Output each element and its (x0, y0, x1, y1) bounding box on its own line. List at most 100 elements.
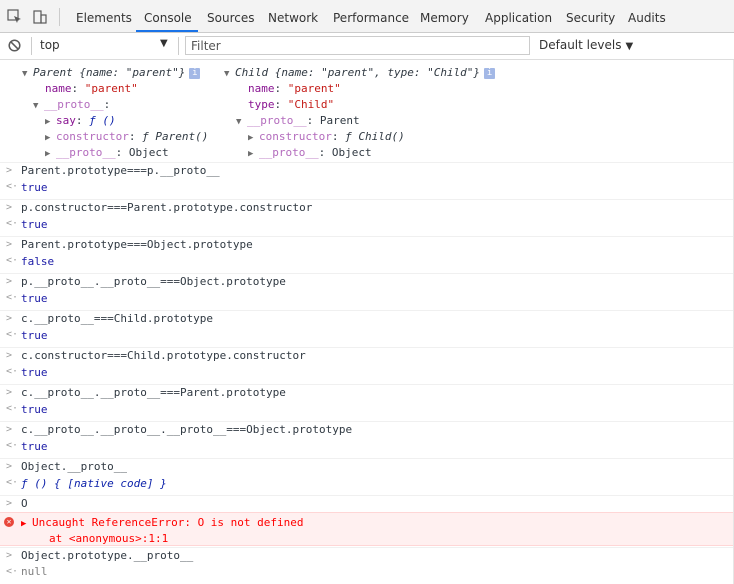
tab-security[interactable]: Security (566, 0, 615, 32)
console-input: c.__proto__.__proto__.__proto__===Object… (21, 423, 353, 436)
parent-name-property: name: "parent" (45, 82, 138, 95)
tab-sources[interactable]: Sources (207, 0, 254, 32)
console-input-row: > Object.__proto__ (0, 458, 734, 475)
console-result-row: <· false (0, 253, 734, 271)
property-key: __proto__ (259, 146, 319, 159)
collapsed-triangle-icon[interactable]: ▶ (45, 114, 56, 130)
result-arrow-icon: <· (6, 255, 19, 266)
parent-say-property[interactable]: ▶ say: ƒ () (45, 113, 116, 130)
property-key: type (248, 98, 275, 111)
tab-audits[interactable]: Audits (628, 0, 666, 32)
parent-object-summary[interactable]: ▼ Parent {name: "parent"} i (22, 65, 201, 82)
child-proto2-property[interactable]: ▶ __proto__: Object (248, 145, 372, 162)
context-selector[interactable]: top (40, 38, 60, 52)
parent-proto-property[interactable]: ▼ __proto__: (33, 97, 110, 114)
device-toolbar-icon[interactable] (32, 9, 48, 25)
collapsed-triangle-icon[interactable]: ▶ (248, 146, 259, 162)
result-arrow-icon: <· (6, 440, 19, 451)
collapsed-triangle-icon[interactable]: ▶ (45, 146, 56, 162)
expanded-triangle-icon[interactable]: ▼ (33, 98, 44, 114)
console-result: true (21, 218, 48, 231)
console-result-row: <· true (0, 364, 734, 382)
tab-console[interactable]: Console (144, 0, 192, 32)
inspect-element-icon[interactable] (7, 9, 23, 25)
console-messages: ▼ Parent {name: "parent"} i name: "parent"… (0, 60, 734, 584)
console-result-row: <· true (0, 438, 734, 456)
property-value: "parent" (84, 82, 138, 95)
tab-network[interactable]: Network (268, 0, 318, 32)
console-input: Parent.prototype===p.__proto__ (21, 164, 220, 177)
console-result-row: <· true (0, 216, 734, 234)
error-icon: ✕ (4, 517, 14, 527)
expanded-triangle-icon[interactable]: ▼ (236, 114, 247, 130)
console-result: true (21, 366, 48, 379)
console-result-row: <· true (0, 401, 734, 419)
clear-console-icon[interactable] (8, 39, 21, 52)
child-object-summary[interactable]: ▼ Child {name: "parent", type: "Child"} i (224, 65, 496, 82)
property-value: Object (331, 146, 372, 159)
property-value: Object (128, 146, 169, 159)
tab-performance[interactable]: Performance (333, 0, 409, 32)
property-key: constructor (56, 130, 129, 143)
result-arrow-icon: <· (6, 292, 19, 303)
input-prompt-icon: > (6, 313, 13, 324)
console-input: O (21, 497, 28, 510)
console-result: false (21, 255, 55, 268)
child-proto-property[interactable]: ▼ __proto__: Parent (236, 113, 360, 130)
result-arrow-icon: <· (6, 566, 19, 577)
result-arrow-icon: <· (6, 218, 19, 229)
property-key: constructor (259, 130, 332, 143)
filter-input[interactable] (185, 36, 530, 55)
tab-application[interactable]: Application (485, 0, 552, 32)
info-icon: i (484, 68, 496, 79)
input-prompt-icon: > (6, 202, 13, 213)
collapsed-triangle-icon[interactable]: ▶ (45, 130, 56, 146)
object-class-name: Child (235, 66, 269, 79)
input-prompt-icon: > (6, 350, 13, 361)
property-key: name (45, 82, 72, 95)
error-stack-trace[interactable]: at <anonymous>:1:1 (49, 531, 168, 547)
console-input: Object.__proto__ (21, 460, 127, 473)
console-input: c.__proto__.__proto__===Parent.prototype (21, 386, 286, 399)
tab-memory[interactable]: Memory (420, 0, 469, 32)
console-input-row: > c.__proto__.__proto__.__proto__===Objec… (0, 421, 734, 438)
collapsed-triangle-icon[interactable]: ▶ (248, 130, 259, 146)
filterbar-divider (31, 37, 32, 55)
console-input: c.constructor===Child.prototype.construc… (21, 349, 306, 362)
input-prompt-icon: > (6, 239, 13, 250)
child-name-property: name: "parent" (248, 82, 341, 95)
input-prompt-icon: > (6, 498, 13, 509)
error-message[interactable]: ▶ Uncaught ReferenceError: O is not defin… (21, 515, 304, 532)
console-result-row: <· true (0, 290, 734, 308)
tab-elements[interactable]: Elements (76, 0, 132, 32)
expanded-triangle-icon[interactable]: ▼ (224, 66, 235, 82)
toolbar-divider (59, 8, 60, 26)
console-input: p.constructor===Parent.prototype.constru… (21, 201, 313, 214)
console-result: true (21, 329, 48, 342)
console-result-row: <· true (0, 327, 734, 345)
devtools-tabbar: Elements Console Sources Network Perform… (0, 0, 734, 33)
log-levels-selector[interactable]: Default levels ▼ (539, 38, 633, 52)
child-constructor-property[interactable]: ▶ constructor: ƒ Child() (248, 129, 405, 146)
console-input: p.__proto__.__proto__===Object.prototype (21, 275, 286, 288)
console-input-row: > c.__proto__.__proto__===Parent.prototyp… (0, 384, 734, 401)
console-result-row: <· true (0, 179, 734, 197)
active-tab-indicator (136, 30, 198, 32)
property-key: __proto__ (247, 114, 307, 127)
console-input-row: > Object.prototype.__proto__ (0, 547, 734, 564)
result-arrow-icon: <· (6, 477, 19, 488)
context-dropdown-icon[interactable]: ▼ (160, 38, 168, 49)
collapsed-triangle-icon[interactable]: ▶ (21, 516, 32, 532)
console-error-row: ✕ ▶ Uncaught ReferenceError: O is not def… (0, 512, 734, 546)
console-result[interactable]: ƒ () { [native code] } (21, 476, 167, 492)
console-result: true (21, 403, 48, 416)
console-result-row: <· null (0, 564, 734, 581)
parent-constructor-property[interactable]: ▶ constructor: ƒ Parent() (45, 129, 208, 146)
parent-proto2-property[interactable]: ▶ __proto__: Object (45, 145, 169, 162)
expanded-triangle-icon[interactable]: ▼ (22, 66, 33, 82)
object-class-name: Parent (33, 66, 73, 79)
result-arrow-icon: <· (6, 403, 19, 414)
console-result: true (21, 440, 48, 453)
console-input-row: > c.constructor===Child.prototype.constru… (0, 347, 734, 364)
console-input: Parent.prototype===Object.prototype (21, 238, 253, 251)
